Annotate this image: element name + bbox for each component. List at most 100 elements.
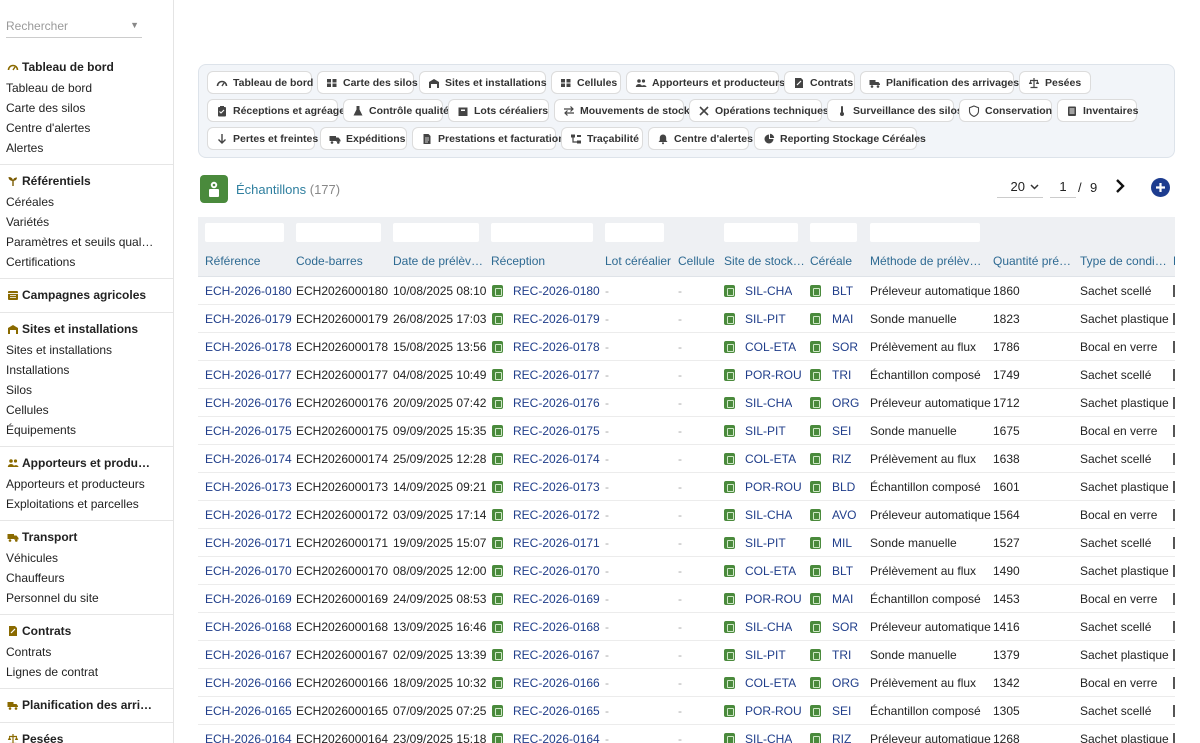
column-header[interactable]: Lot céréalier bbox=[605, 254, 671, 268]
sidebar-item[interactable]: Apporteurs et producteurs bbox=[0, 474, 173, 494]
column-filter-input[interactable] bbox=[296, 223, 381, 242]
table-row[interactable]: ECH-2026-0175 ECH2026000175 09/09/2025 15:… bbox=[198, 417, 1175, 445]
table-row[interactable]: ECH-2026-0167 ECH2026000167 02/09/2025 13:… bbox=[198, 641, 1175, 669]
page-size-select[interactable]: 20 bbox=[997, 176, 1043, 198]
cereal-link[interactable]: SOR bbox=[832, 620, 858, 634]
tab-expeditions[interactable]: Expéditions bbox=[320, 127, 407, 150]
column-filter-input[interactable] bbox=[205, 223, 284, 242]
storage-site-link[interactable]: COL-ETA bbox=[745, 452, 796, 466]
reception-link[interactable]: REC-2026-0176 bbox=[513, 396, 600, 410]
sidebar-section-header[interactable]: Tableau de bord bbox=[0, 56, 173, 78]
sidebar-item[interactable]: Chauffeurs bbox=[0, 568, 173, 588]
storage-site-link[interactable]: POR-ROU bbox=[745, 592, 802, 606]
sidebar-item[interactable]: Personnel du site bbox=[0, 588, 173, 608]
storage-site-link[interactable]: SIL-CHA bbox=[745, 284, 792, 298]
tab-pertes-et-freintes[interactable]: Pertes et freintes bbox=[207, 127, 318, 150]
storage-site-link[interactable]: SIL-PIT bbox=[745, 424, 786, 438]
storage-site-link[interactable]: SIL-CHA bbox=[745, 620, 792, 634]
tab-sites-et-installations[interactable]: Sites et installations bbox=[419, 71, 547, 94]
sidebar-section-header[interactable]: Contrats bbox=[0, 620, 173, 642]
next-page-button[interactable] bbox=[1112, 178, 1128, 194]
storage-site-link[interactable]: SIL-CHA bbox=[745, 508, 792, 522]
column-filter-input[interactable] bbox=[810, 223, 857, 242]
tab-cellules[interactable]: Cellules bbox=[551, 71, 621, 94]
reception-link[interactable]: REC-2026-0172 bbox=[513, 508, 600, 522]
table-row[interactable]: ECH-2026-0165 ECH2026000165 07/09/2025 07:… bbox=[198, 697, 1175, 725]
table-row[interactable]: ECH-2026-0164 ECH2026000164 23/09/2025 15:… bbox=[198, 725, 1175, 743]
table-row[interactable]: ECH-2026-0180 ECH2026000180 10/08/2025 08:… bbox=[198, 277, 1175, 305]
reception-link[interactable]: REC-2026-0175 bbox=[513, 424, 600, 438]
sidebar-item[interactable]: Équipements bbox=[0, 420, 173, 440]
table-row[interactable]: ECH-2026-0168 ECH2026000168 13/09/2025 16:… bbox=[198, 613, 1175, 641]
sidebar-item[interactable]: Centre d'alertes bbox=[0, 118, 173, 138]
reception-link[interactable]: REC-2026-0180 bbox=[513, 284, 600, 298]
column-header[interactable]: Cellule bbox=[678, 254, 715, 268]
reference-link[interactable]: ECH-2026-0177 bbox=[205, 368, 292, 382]
cereal-link[interactable]: BLT bbox=[832, 564, 853, 578]
reference-link[interactable]: ECH-2026-0164 bbox=[205, 732, 292, 743]
column-header[interactable]: Site de stock… bbox=[724, 254, 805, 268]
cereal-link[interactable]: ORG bbox=[832, 676, 859, 690]
storage-site-link[interactable]: SIL-PIT bbox=[745, 648, 786, 662]
tab-contrats[interactable]: Contrats bbox=[784, 71, 855, 94]
column-header[interactable]: Date de prélèv… bbox=[393, 254, 483, 268]
sidebar-item[interactable]: Contrats bbox=[0, 642, 173, 662]
column-filter-input[interactable] bbox=[870, 223, 980, 242]
reference-link[interactable]: ECH-2026-0169 bbox=[205, 592, 292, 606]
tab-reporting-stockage-cereales[interactable]: Reporting Stockage Céréales bbox=[754, 127, 926, 150]
table-row[interactable]: ECH-2026-0173 ECH2026000173 14/09/2025 09:… bbox=[198, 473, 1175, 501]
storage-site-link[interactable]: POR-ROU bbox=[745, 704, 802, 718]
column-header[interactable]: Type de condi… bbox=[1080, 254, 1167, 268]
reference-link[interactable]: ECH-2026-0171 bbox=[205, 536, 292, 550]
cereal-link[interactable]: MIL bbox=[832, 536, 852, 550]
reference-link[interactable]: ECH-2026-0180 bbox=[205, 284, 292, 298]
table-row[interactable]: ECH-2026-0174 ECH2026000174 25/09/2025 12:… bbox=[198, 445, 1175, 473]
sidebar-item[interactable]: Exploitations et parcelles bbox=[0, 494, 173, 514]
sidebar-section-header[interactable]: Campagnes agricoles bbox=[0, 284, 173, 306]
reception-link[interactable]: REC-2026-0170 bbox=[513, 564, 600, 578]
cereal-link[interactable]: MAI bbox=[832, 312, 853, 326]
reception-link[interactable]: REC-2026-0178 bbox=[513, 340, 600, 354]
table-row[interactable]: ECH-2026-0171 ECH2026000171 19/09/2025 15:… bbox=[198, 529, 1175, 557]
sidebar-section-header[interactable]: Pesées bbox=[0, 728, 173, 743]
sidebar-item[interactable]: Cellules bbox=[0, 400, 173, 420]
reference-link[interactable]: ECH-2026-0172 bbox=[205, 508, 292, 522]
tab-lots-cerealiers[interactable]: Lots céréaliers bbox=[448, 99, 549, 122]
table-row[interactable]: ECH-2026-0177 ECH2026000177 04/08/2025 10:… bbox=[198, 361, 1175, 389]
reception-link[interactable]: REC-2026-0177 bbox=[513, 368, 600, 382]
column-header[interactable]: Quantité pré… bbox=[993, 254, 1071, 268]
storage-site-link[interactable]: POR-ROU bbox=[745, 368, 802, 382]
cereal-link[interactable]: RIZ bbox=[832, 732, 851, 743]
table-row[interactable]: ECH-2026-0170 ECH2026000170 08/09/2025 12:… bbox=[198, 557, 1175, 585]
reference-link[interactable]: ECH-2026-0179 bbox=[205, 312, 292, 326]
tab-receptions-et-agreage[interactable]: Réceptions et agréage bbox=[207, 99, 345, 122]
reference-link[interactable]: ECH-2026-0173 bbox=[205, 480, 292, 494]
reception-link[interactable]: REC-2026-0169 bbox=[513, 592, 600, 606]
cereal-link[interactable]: RIZ bbox=[832, 452, 851, 466]
table-row[interactable]: ECH-2026-0169 ECH2026000169 24/09/2025 08:… bbox=[198, 585, 1175, 613]
sidebar-section-header[interactable]: Apporteurs et produ… bbox=[0, 452, 173, 474]
cereal-link[interactable]: BLT bbox=[832, 284, 853, 298]
tab-pesees[interactable]: Pesées bbox=[1019, 71, 1091, 94]
search-box[interactable]: ▼ bbox=[6, 16, 142, 38]
tab-mouvements-de-stock[interactable]: Mouvements de stock bbox=[554, 99, 690, 122]
sidebar-section-header[interactable]: Transport bbox=[0, 526, 173, 548]
chevron-down-icon[interactable]: ▼ bbox=[130, 20, 139, 30]
storage-site-link[interactable]: SIL-CHA bbox=[745, 396, 792, 410]
storage-site-link[interactable]: SIL-PIT bbox=[745, 312, 786, 326]
sidebar-item[interactable]: Silos bbox=[0, 380, 173, 400]
reference-link[interactable]: ECH-2026-0167 bbox=[205, 648, 292, 662]
tab-controle-qualite[interactable]: Contrôle qualité bbox=[343, 99, 449, 122]
storage-site-link[interactable]: COL-ETA bbox=[745, 340, 796, 354]
search-input[interactable] bbox=[6, 16, 126, 36]
column-filter-input[interactable] bbox=[605, 223, 664, 242]
table-row[interactable]: ECH-2026-0166 ECH2026000166 18/09/2025 10:… bbox=[198, 669, 1175, 697]
table-row[interactable]: ECH-2026-0179 ECH2026000179 26/08/2025 17:… bbox=[198, 305, 1175, 333]
column-header[interactable]: Méthode de prélève… bbox=[870, 254, 986, 268]
sidebar-item[interactable]: Véhicules bbox=[0, 548, 173, 568]
reception-link[interactable]: REC-2026-0174 bbox=[513, 452, 600, 466]
column-header[interactable]: Réception bbox=[491, 254, 545, 268]
reference-link[interactable]: ECH-2026-0178 bbox=[205, 340, 292, 354]
cereal-link[interactable]: TRI bbox=[832, 368, 851, 382]
column-header[interactable]: Céréale bbox=[810, 254, 852, 268]
